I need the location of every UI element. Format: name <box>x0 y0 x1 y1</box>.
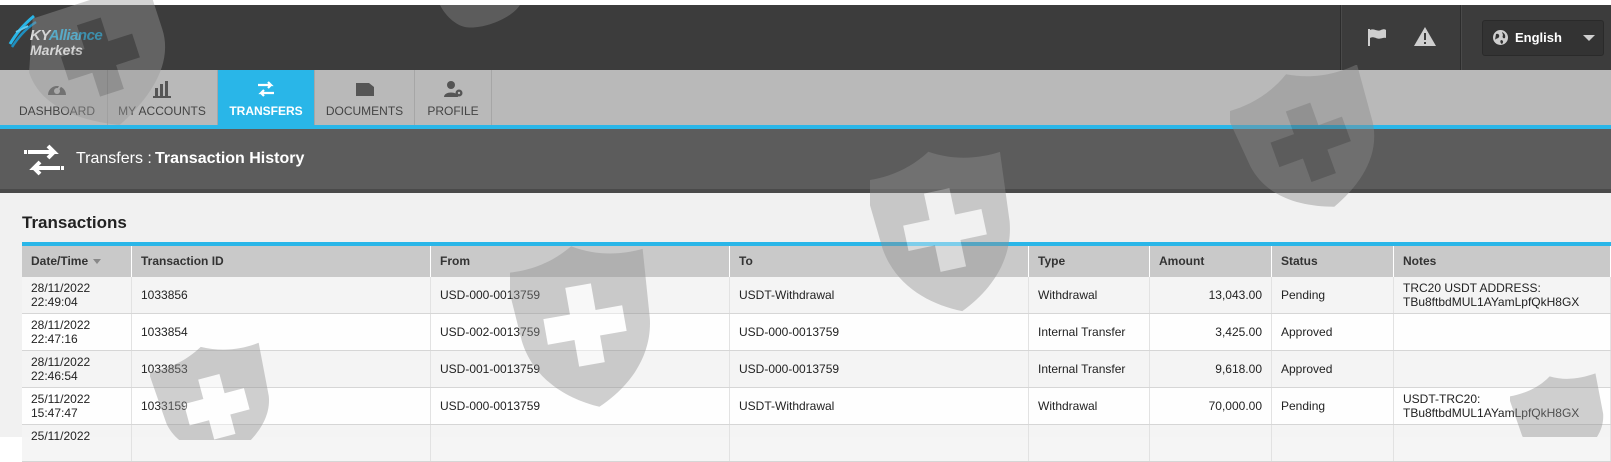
top-bar: KYAlliance Markets English <box>0 0 1611 70</box>
cell-notes: USDT-TRC20: TBu8ftbdMUL1AYamLpfQkH8GX <box>1394 388 1611 424</box>
table-row[interactable]: 25/11/2022 <box>22 425 1611 462</box>
column-header-notes[interactable]: Notes <box>1394 246 1611 277</box>
cell-datetime: 25/11/2022 <box>22 425 132 461</box>
sort-desc-icon <box>93 259 102 265</box>
tab-label: PROFILE <box>427 104 479 118</box>
column-header-amount[interactable]: Amount <box>1150 246 1272 277</box>
cell-type: Withdrawal <box>1029 388 1150 424</box>
table-header: Date/Time Transaction ID From To Type Am… <box>22 246 1611 277</box>
cell-from <box>431 425 730 461</box>
transfer-arrows-icon <box>258 81 274 97</box>
tab-label: TRANSFERS <box>229 104 303 118</box>
user-settings-icon <box>444 81 463 97</box>
cell-amount <box>1150 425 1272 461</box>
topbar-divider <box>1460 5 1462 70</box>
brand-name-line2: Markets <box>30 42 83 58</box>
cell-amount: 13,043.00 <box>1150 277 1272 313</box>
top-strip <box>0 0 1611 5</box>
cell-transaction-id: 1033853 <box>132 351 431 387</box>
cell-from: USD-001-0013759 <box>431 351 730 387</box>
cell-transaction-id: 1033854 <box>132 314 431 350</box>
cell-to: USD-000-0013759 <box>730 314 1029 350</box>
page-header: Transfers : Transaction History <box>0 129 1611 193</box>
tab-transfers[interactable]: TRANSFERS <box>218 70 315 136</box>
tab-profile[interactable]: PROFILE <box>415 70 492 125</box>
cell-from: USD-000-0013759 <box>431 388 730 424</box>
cell-to: USDT-Withdrawal <box>730 388 1029 424</box>
tab-label: MY ACCOUNTS <box>118 104 206 118</box>
transfer-arrows-icon <box>24 144 64 176</box>
cell-amount: 3,425.00 <box>1150 314 1272 350</box>
cell-from: USD-000-0013759 <box>431 277 730 313</box>
cell-type: Internal Transfer <box>1029 314 1150 350</box>
cell-datetime: 28/11/2022 22:49:04 <box>22 277 132 313</box>
column-header-type[interactable]: Type <box>1029 246 1150 277</box>
cell-transaction-id: 1033159 <box>132 388 431 424</box>
cell-notes <box>1394 425 1611 461</box>
column-header-datetime[interactable]: Date/Time <box>22 246 132 277</box>
cell-to: USD-000-0013759 <box>730 351 1029 387</box>
topbar-divider <box>1340 5 1342 70</box>
cell-type: Internal Transfer <box>1029 351 1150 387</box>
cell-notes: TRC20 USDT ADDRESS: TBu8ftbdMUL1AYamLpfQk… <box>1394 277 1611 313</box>
tab-documents[interactable]: DOCUMENTS <box>315 70 415 125</box>
tab-my-accounts[interactable]: MY ACCOUNTS <box>107 70 218 125</box>
language-select[interactable]: English <box>1482 20 1604 56</box>
dashboard-gauge-icon <box>48 84 66 95</box>
page-title: Transaction History <box>155 150 305 167</box>
language-label: English <box>1515 30 1562 45</box>
brand-logo[interactable]: KYAlliance Markets <box>8 14 128 60</box>
chevron-down-icon <box>1583 35 1595 41</box>
section-title: Transactions <box>22 213 127 232</box>
cell-amount: 70,000.00 <box>1150 388 1272 424</box>
cell-amount: 9,618.00 <box>1150 351 1272 387</box>
cell-datetime: 28/11/2022 22:47:16 <box>22 314 132 350</box>
bar-chart-icon <box>153 81 171 98</box>
breadcrumb-section[interactable]: Transfers : <box>76 150 152 168</box>
cell-notes <box>1394 351 1611 387</box>
folder-icon <box>355 83 374 96</box>
flag-icon[interactable] <box>1365 25 1389 49</box>
column-header-transaction-id[interactable]: Transaction ID <box>132 246 431 277</box>
cell-transaction-id: 1033856 <box>132 277 431 313</box>
cell-datetime: 28/11/2022 22:46:54 <box>22 351 132 387</box>
cell-status <box>1272 425 1394 461</box>
main-content: Transactions Date/Time Transaction ID Fr… <box>0 193 1611 462</box>
cell-transaction-id <box>132 425 431 461</box>
globe-icon <box>1493 30 1508 45</box>
cell-to <box>730 425 1029 461</box>
tab-label: DOCUMENTS <box>325 104 404 118</box>
cell-to: USDT-Withdrawal <box>730 277 1029 313</box>
table-row[interactable]: 25/11/2022 15:47:47 1033159 USD-000-00137… <box>22 388 1611 425</box>
table-row[interactable]: 28/11/2022 22:46:54 1033853 USD-001-00137… <box>22 351 1611 388</box>
cell-status: Approved <box>1272 314 1394 350</box>
warning-icon[interactable] <box>1413 25 1437 49</box>
cell-status: Pending <box>1272 277 1394 313</box>
table-row[interactable]: 28/11/2022 22:49:04 1033856 USD-000-00137… <box>22 277 1611 314</box>
column-header-from[interactable]: From <box>431 246 730 277</box>
column-header-status[interactable]: Status <box>1272 246 1394 277</box>
cell-from: USD-002-0013759 <box>431 314 730 350</box>
cell-notes <box>1394 314 1611 350</box>
tab-dashboard[interactable]: DASHBOARD <box>7 70 108 125</box>
transactions-table: Date/Time Transaction ID From To Type Am… <box>22 242 1611 462</box>
cell-status: Approved <box>1272 351 1394 387</box>
cell-type <box>1029 425 1150 461</box>
tab-label: DASHBOARD <box>18 104 95 118</box>
cell-type: Withdrawal <box>1029 277 1150 313</box>
table-row[interactable]: 28/11/2022 22:47:16 1033854 USD-002-00137… <box>22 314 1611 351</box>
cell-status: Pending <box>1272 388 1394 424</box>
main-nav: DASHBOARD MY ACCOUNTS TRANSFERS DOCUMENT… <box>0 70 1611 136</box>
cell-datetime: 25/11/2022 15:47:47 <box>22 388 132 424</box>
column-header-to[interactable]: To <box>730 246 1029 277</box>
